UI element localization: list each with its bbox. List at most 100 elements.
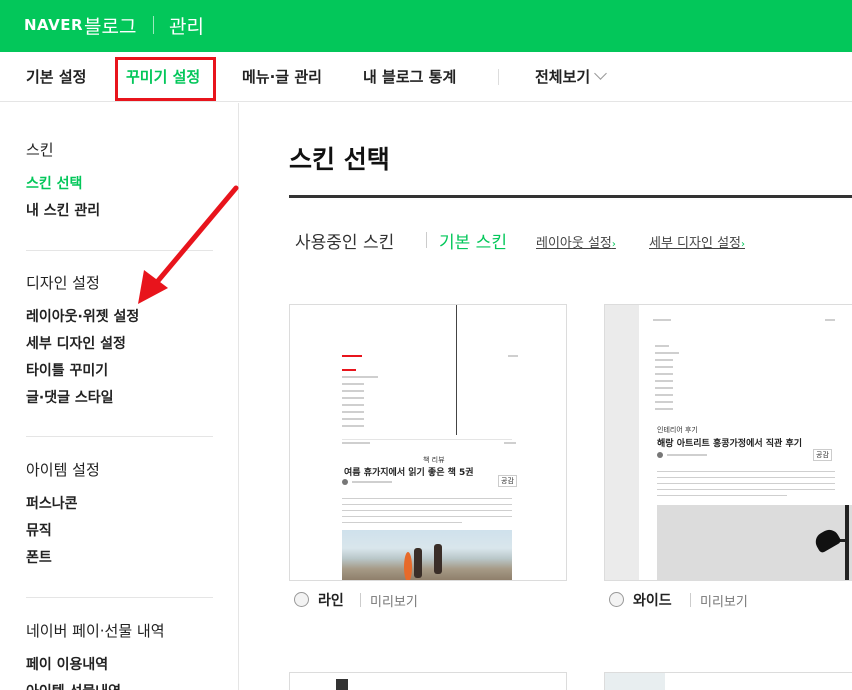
admin-title[interactable]: 관리 [169,12,204,39]
sidebar-group-skin: 스킨 [26,141,54,159]
skin-preview-link-wide[interactable]: 미리보기 [700,591,748,610]
skin-radio-line[interactable] [294,592,309,607]
skin-subtabs: 사용중인 스킨 기본 스킨 레이아웃 설정› 세부 디자인 설정› [289,228,852,254]
annotation-arrow-icon [138,185,239,304]
tab-basic-settings[interactable]: 기본 설정 [26,66,86,87]
preview-text-line [655,408,673,410]
link-detail-design-label: 세부 디자인 설정 [649,236,741,251]
chevron-down-icon [594,67,608,80]
sidebar-group-items: 아이템 설정 [26,461,100,479]
sidebar-item-pay-history[interactable]: 페이 이용내역 [26,654,108,674]
skin-label-divider [690,593,691,607]
preview-block [336,679,348,690]
preview-text-line [655,401,673,403]
title-divider [289,195,852,198]
highlight-box [115,57,216,101]
tab-view-all[interactable]: 전체보기 [535,66,608,87]
tab-view-all-label: 전체보기 [535,68,591,86]
tab-menu-post-management[interactable]: 메뉴·글 관리 [242,66,322,87]
preview-text-line [342,516,512,517]
preview-like-button: 공감 [813,449,832,461]
preview-text-line [825,319,835,321]
preview-text-line [504,442,516,444]
preview-text-line [657,477,835,478]
skin-card-next[interactable] [289,672,567,690]
skin-name-wide: 와이드 [633,593,672,609]
tab-blog-stats[interactable]: 내 블로그 통계 [363,66,456,87]
preview-block [605,673,665,690]
preview-text-line [655,366,673,368]
preview-text-line [508,355,518,357]
sidebar-divider [26,597,213,598]
skin-card-wide[interactable]: 인테리어 후기 해랑 아트리트 홍콩가정에서 직관 후기 공감 [604,304,852,581]
skin-radio-wide[interactable] [609,592,624,607]
sidebar-item-my-skin[interactable]: 내 스킨 관리 [26,200,100,220]
preview-text-line [352,481,392,483]
blog-service-link[interactable]: 블로그 [84,12,136,39]
preview-text-line [655,352,679,354]
preview-text-line [657,483,835,484]
arrow-right-icon: › [611,239,616,250]
sidebar-item-personacon[interactable]: 퍼스나콘 [26,493,78,513]
preview-category: 책 리뷰 [423,456,445,464]
sidebar-item-skin-select[interactable]: 스킨 선택 [26,173,82,193]
skin-option-line: 라인 미리보기 [294,590,494,612]
subtab-basic-skin[interactable]: 기본 스킨 [439,228,507,253]
sidebar-group-pay: 네이버 페이·선물 내역 [26,622,165,640]
arrow-right-icon: › [741,239,745,250]
preview-like-button: 공감 [498,475,517,487]
nav-divider [498,69,499,85]
preview-text-line [655,373,673,375]
preview-text-line [653,319,671,321]
preview-text-line [342,425,364,427]
sidebar-group-design: 디자인 설정 [26,274,100,292]
surfer-icon [434,544,442,574]
sidebar-item-music[interactable]: 뮤직 [26,520,52,540]
sidebar-item-font[interactable]: 폰트 [26,547,52,567]
skin-label-divider [360,593,361,607]
skin-card-line[interactable]: 책 리뷰 여름 휴가지에서 읽기 좋은 책 5권 공감 [289,304,567,581]
link-layout-settings[interactable]: 레이아웃 설정› [536,232,616,251]
sidebar-item-title-decorate[interactable]: 타이틀 꾸미기 [26,360,108,380]
preview-text-line [342,442,370,444]
header-divider [153,16,154,34]
preview-text-line [342,522,462,523]
avatar [342,479,348,485]
beach-photo [342,530,512,580]
preview-text-line [342,411,364,413]
preview-text-line [342,418,364,420]
link-detail-design[interactable]: 세부 디자인 설정› [649,232,745,251]
sidebar-item-layout-widget[interactable]: 레이아웃·위젯 설정 [26,306,139,326]
preview-text-line [342,376,378,378]
sidebar-divider [26,436,213,437]
main-nav: 기본 설정 꾸미기 설정 메뉴·글 관리 내 블로그 통계 전체보기 [0,52,852,102]
preview-post-title: 여름 휴가지에서 읽기 좋은 책 5권 [344,468,474,478]
sidebar-item-gift-history[interactable]: 아이템 선물내역 [26,681,121,690]
skin-name-line: 라인 [318,593,344,609]
surfboard-icon [404,552,412,580]
lamp-photo [657,505,852,580]
preview-text-line [342,504,512,505]
lamp-icon [812,526,842,554]
preview-text-line [655,359,673,361]
preview-text-line [342,498,512,499]
lamp-pole-icon [845,505,849,580]
avatar [657,452,663,458]
preview-text-line [342,404,364,406]
skin-card-next[interactable] [604,672,852,690]
link-layout-settings-label: 레이아웃 설정 [536,236,612,251]
page-title: 스킨 선택 [289,145,390,174]
preview-text-line [342,397,364,399]
top-header: NAVER 블로그 관리 [0,0,852,52]
subtab-divider [426,232,427,248]
sidebar-item-detail-design[interactable]: 세부 디자인 설정 [26,333,126,353]
subtab-current-skin[interactable]: 사용중인 스킨 [295,228,394,253]
preview-text-line [655,345,669,347]
naver-logo[interactable]: NAVER [24,16,83,34]
sidebar-item-post-comment-style[interactable]: 글·댓글 스타일 [26,387,113,407]
skin-preview-link-line[interactable]: 미리보기 [370,591,418,610]
preview-text-line [342,390,364,392]
preview-text-line [655,394,673,396]
preview-text-line [655,380,673,382]
preview-text-line [342,355,362,357]
